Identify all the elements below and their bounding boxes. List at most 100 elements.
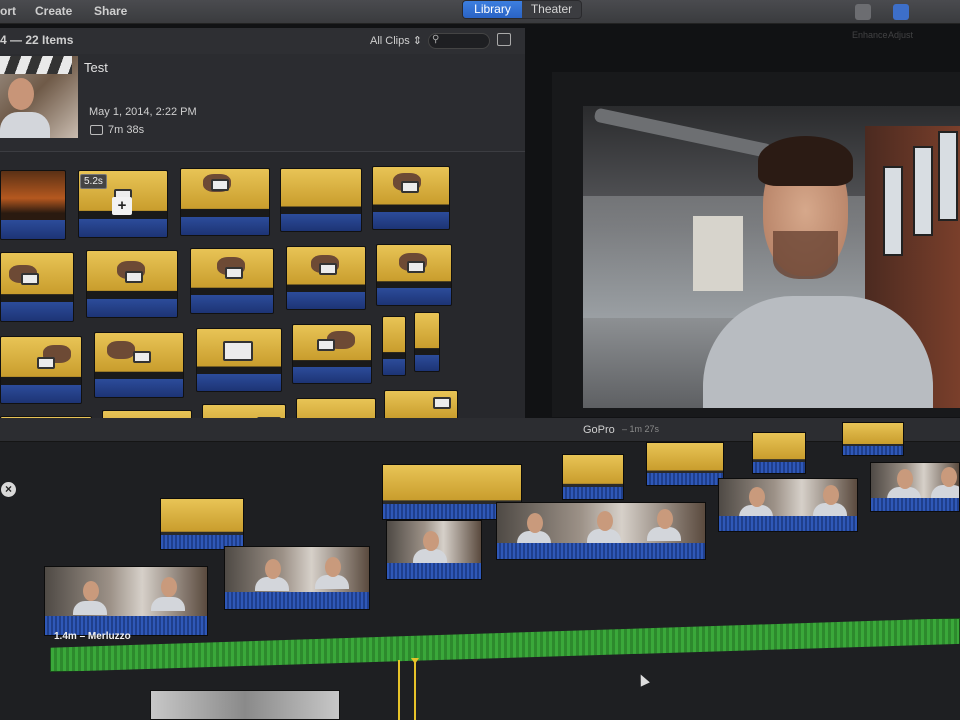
viewer-preview[interactable] <box>583 106 960 408</box>
clip-person-body <box>413 549 447 563</box>
connected-clip[interactable] <box>842 422 904 456</box>
clip-audio-wave <box>871 497 959 511</box>
adjust-label: Adjust <box>888 30 914 40</box>
close-icon[interactable]: × <box>1 482 16 497</box>
clip-audio-wave <box>387 562 481 579</box>
project-duration: – 1m 27s <box>622 424 660 434</box>
storyline-clip[interactable] <box>718 478 858 532</box>
clip-audio-wave <box>197 373 281 391</box>
storyline-clip[interactable] <box>224 546 370 610</box>
clip-audio-wave <box>87 298 177 317</box>
camera-shape <box>317 339 335 351</box>
clip-audio-wave <box>497 543 705 559</box>
clip-thumbnail[interactable] <box>196 328 282 392</box>
storyline-clip[interactable] <box>870 462 960 512</box>
clip-person-body <box>813 503 847 517</box>
search-icon: ⚲ <box>432 34 440 45</box>
clip-audio-wave <box>1 219 65 239</box>
clip-thumbnail[interactable] <box>86 250 178 318</box>
tab-library[interactable]: Library <box>463 1 522 18</box>
clip-audio-wave <box>1 384 81 403</box>
clip-audio-wave <box>191 295 273 313</box>
clip-thumbnail[interactable] <box>280 168 362 232</box>
hand-shape <box>107 341 135 359</box>
thumb-shirt <box>0 112 50 138</box>
clip-thumbnail[interactable] <box>372 166 450 230</box>
event-title[interactable]: Test <box>84 60 108 75</box>
viewer-window <box>913 146 933 236</box>
clip-audio-wave <box>293 366 371 383</box>
storyline-clip[interactable] <box>44 566 208 636</box>
add-to-project-button[interactable]: + <box>112 197 132 215</box>
clip-audio-wave <box>719 516 857 531</box>
enhance-icon[interactable] <box>855 4 871 20</box>
clip-audio-wave <box>647 473 723 485</box>
clip-person-face <box>597 511 613 531</box>
connected-clip[interactable] <box>646 442 724 486</box>
clip-person-body <box>587 529 621 543</box>
camera-shape <box>223 341 253 361</box>
clip-audio-wave <box>287 291 365 309</box>
clip-thumbnail[interactable] <box>286 246 366 310</box>
duration-icon <box>90 125 103 135</box>
clip-person-face <box>325 557 341 577</box>
clip-thumbnail[interactable] <box>0 252 74 322</box>
clip-person-face <box>83 581 99 601</box>
clip-thumbnail[interactable] <box>94 332 184 398</box>
adjust-icon[interactable] <box>893 4 909 20</box>
clip-thumbnail[interactable] <box>292 324 372 384</box>
camera-shape <box>407 261 425 273</box>
clip-thumbnail[interactable] <box>180 168 270 236</box>
filmstrip-settings-icon[interactable] <box>497 33 511 46</box>
storyline-clip[interactable] <box>496 502 706 560</box>
clip-thumbnail[interactable] <box>0 170 66 240</box>
clip-person-face <box>749 487 765 507</box>
enhance-label: Enhance <box>852 30 888 40</box>
clip-audio-wave <box>415 354 439 371</box>
event-thumbnail[interactable] <box>0 56 78 138</box>
clip-person-face <box>161 577 177 597</box>
camera-shape <box>211 179 229 191</box>
lower-clip-strip[interactable] <box>150 690 340 720</box>
skimmer-line <box>398 660 400 720</box>
clip-person-body <box>151 597 185 611</box>
clip-person-body <box>255 577 289 591</box>
clip-audio-wave <box>563 486 623 499</box>
clip-filter-select[interactable]: All Clips ⇕ <box>370 34 422 47</box>
thumb-face <box>8 78 34 110</box>
menu-import[interactable]: ort <box>0 4 16 18</box>
clip-audio-wave <box>79 218 167 237</box>
clip-thumbnail[interactable] <box>0 336 82 404</box>
camera-shape <box>37 357 55 369</box>
browser-header: 4 — 22 Items All Clips ⇕ ⚲ <box>0 28 525 54</box>
tab-theater[interactable]: Theater <box>522 1 581 18</box>
event-date: May 1, 2014, 2:22 PM <box>89 106 197 118</box>
connected-clip[interactable] <box>160 498 244 550</box>
clip-person-body <box>73 601 107 615</box>
camera-shape <box>319 263 337 275</box>
menu-create[interactable]: Create <box>35 4 72 18</box>
clip-person-face <box>265 559 281 579</box>
camera-shape <box>401 181 419 193</box>
clip-audio-wave <box>225 591 369 609</box>
clip-audio-wave <box>373 211 449 229</box>
clip-thumbnail[interactable] <box>414 312 440 372</box>
connected-clip[interactable] <box>752 432 806 474</box>
view-switcher: Library Theater <box>462 0 582 19</box>
camera-shape <box>125 271 143 283</box>
clip-audio-wave <box>377 288 451 305</box>
playhead[interactable] <box>414 660 416 720</box>
music-track-label: 1.4m – Merluzzo <box>54 631 131 642</box>
skim-duration-tag: 5.2s <box>80 174 107 189</box>
storyline-clip[interactable] <box>386 520 482 580</box>
camera-shape <box>225 267 243 279</box>
clip-thumbnail[interactable] <box>382 316 406 376</box>
clip-person-face <box>941 467 957 487</box>
timeline-header <box>0 418 960 442</box>
search-input[interactable]: ⚲ <box>428 33 490 49</box>
menu-share[interactable]: Share <box>94 4 127 18</box>
clip-thumbnail[interactable] <box>376 244 452 306</box>
clip-person-face <box>823 485 839 505</box>
connected-clip[interactable] <box>562 454 624 500</box>
clip-thumbnail[interactable] <box>190 248 274 314</box>
